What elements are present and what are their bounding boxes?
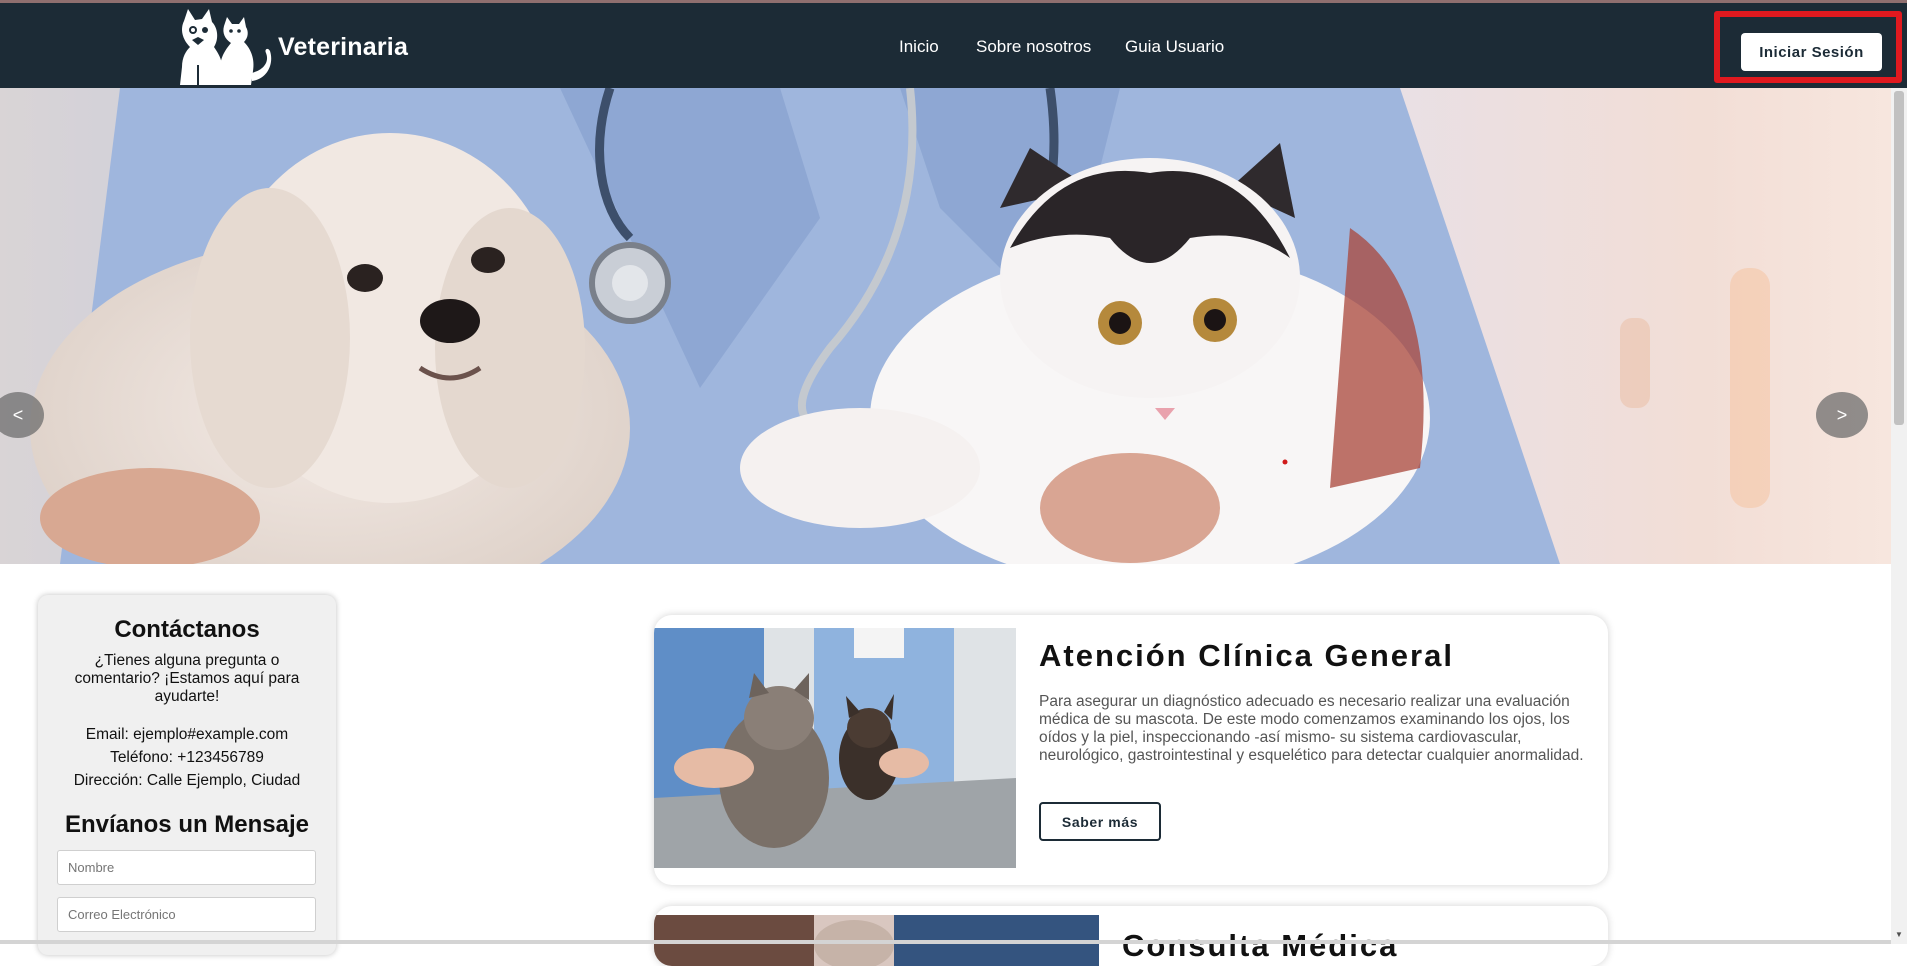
horizontal-scrollbar[interactable] bbox=[0, 940, 1891, 944]
contact-title: Contáctanos bbox=[114, 616, 260, 643]
service-image-cat-dog-exam bbox=[654, 628, 1016, 868]
nav-link-inicio[interactable]: Inicio bbox=[899, 37, 939, 57]
email-input[interactable] bbox=[57, 897, 316, 932]
carousel-next-button[interactable]: > bbox=[1816, 392, 1868, 438]
name-input[interactable] bbox=[57, 850, 316, 885]
message-form-title: Envíanos un Mensaje bbox=[64, 811, 310, 838]
contact-panel: Contáctanos ¿Tienes alguna pregunta o co… bbox=[38, 595, 336, 955]
hero-image bbox=[0, 88, 1891, 564]
navbar: Veterinaria Inicio Sobre nosotros Guia U… bbox=[0, 3, 1907, 88]
contact-address: Dirección: Calle Ejemplo, Ciudad bbox=[73, 772, 301, 789]
nav-link-sobre-nosotros[interactable]: Sobre nosotros bbox=[976, 37, 1091, 57]
scroll-down-arrow-icon[interactable]: ▼ bbox=[1893, 930, 1905, 944]
contact-subtitle: ¿Tienes alguna pregunta o comentario? ¡E… bbox=[74, 652, 300, 705]
logo-cat-dog-icon[interactable] bbox=[178, 9, 273, 85]
contact-email: Email: ejemplo#example.com bbox=[85, 726, 289, 743]
nav-link-guia-usuario[interactable]: Guia Usuario bbox=[1125, 37, 1224, 57]
page-scrollbar[interactable]: ▼ bbox=[1891, 88, 1907, 944]
brand-name[interactable]: Veterinaria bbox=[278, 33, 408, 62]
service-title: Atención Clínica General bbox=[1039, 638, 1454, 673]
contact-phone: Teléfono: +123456789 bbox=[110, 749, 264, 766]
service-card: Atención Clínica General Para asegurar u… bbox=[654, 615, 1608, 885]
service-card: Consulta Médica bbox=[654, 906, 1608, 966]
service-title: Consulta Médica bbox=[1122, 928, 1399, 963]
learn-more-button[interactable]: Saber más bbox=[1039, 802, 1161, 841]
hero-carousel: < > bbox=[0, 88, 1891, 564]
scrollbar-thumb[interactable] bbox=[1894, 91, 1904, 425]
service-description: Para asegurar un diagnóstico adecuado es… bbox=[1039, 693, 1584, 764]
highlight-annotation-box bbox=[1714, 11, 1902, 83]
